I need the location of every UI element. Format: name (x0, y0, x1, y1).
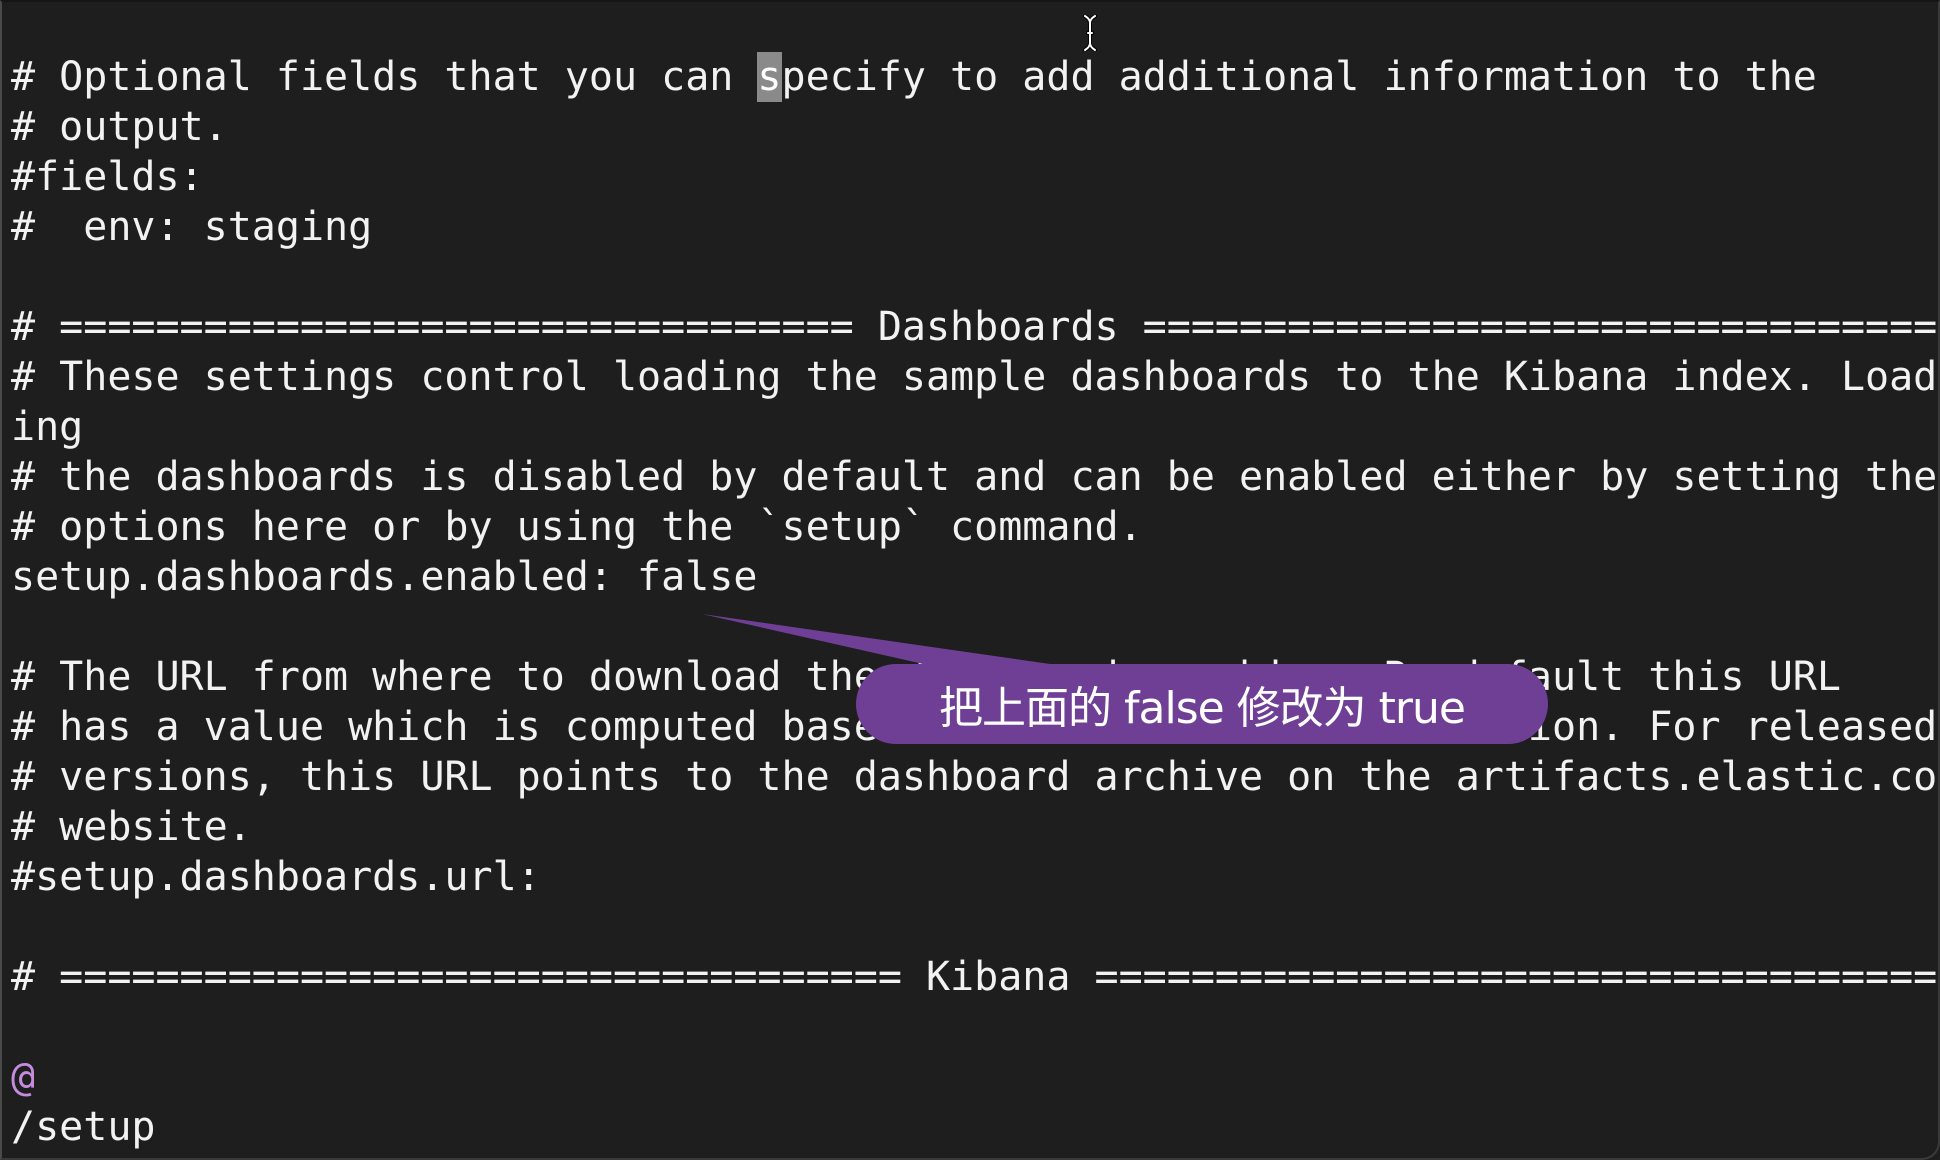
editor-line-comment[interactable]: # Optional fields that you can specify t… (11, 52, 1937, 102)
editor-line-wrap-marker[interactable]: @ (11, 1052, 1937, 1102)
editor-line-section-rule[interactable]: # ================================= Dash… (11, 302, 1937, 352)
i-beam-cursor-icon (1083, 15, 1097, 51)
editor-line-comment[interactable]: #setup.dashboards.url: (11, 852, 1937, 902)
editor-line-comment[interactable]: # These settings control loading the sam… (11, 352, 1937, 402)
editor-line-section-rule[interactable]: # =================================== Ki… (11, 952, 1937, 1002)
vim-command-line[interactable]: /setup (11, 1102, 1937, 1152)
editor-line-comment[interactable]: # the dashboards is disabled by default … (11, 452, 1937, 502)
editor-line-wrapped[interactable]: ing (11, 402, 1937, 452)
editor-line-comment[interactable]: # output. (11, 102, 1937, 152)
vim-buffer[interactable]: # Optional fields that you can specify t… (11, 52, 1937, 1152)
editor-line-blank[interactable]: ​ (11, 1002, 1937, 1052)
editor-line-blank[interactable]: ​ (11, 902, 1937, 952)
editor-line-setting[interactable]: setup.dashboards.enabled: false (11, 552, 1937, 602)
editor-line-comment[interactable]: #fields: (11, 152, 1937, 202)
wrap-marker: @ (11, 1054, 36, 1100)
editor-line-comment[interactable]: # website. (11, 802, 1937, 852)
annotation-text: 把上面的 false 修改为 true (939, 683, 1466, 734)
annotation-bubble: 把上面的 false 修改为 true (856, 664, 1548, 744)
editor-line-comment[interactable]: # env: staging (11, 202, 1937, 252)
editor-line-comment[interactable]: # options here or by using the `setup` c… (11, 502, 1937, 552)
terminal-window[interactable]: # Optional fields that you can specify t… (0, 0, 1940, 1160)
editor-line-blank[interactable]: ​ (11, 602, 1937, 652)
editor-line-blank[interactable]: ​ (11, 252, 1937, 302)
text-cursor: s (757, 52, 782, 102)
editor-line-comment[interactable]: # versions, this URL points to the dashb… (11, 752, 1937, 802)
